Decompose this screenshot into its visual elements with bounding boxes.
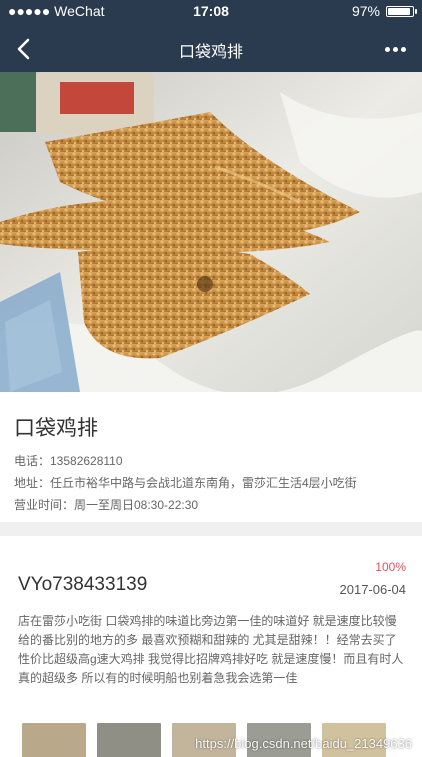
battery-icon bbox=[386, 5, 417, 17]
food-photo-carousel[interactable] bbox=[0, 72, 422, 392]
review-score: 100% bbox=[375, 560, 406, 574]
watermark: https://blog.csdn.net/baidu_21349636 bbox=[195, 736, 412, 751]
more-dots-icon bbox=[384, 46, 390, 52]
reviewer-name[interactable]: VYo738433139 bbox=[18, 574, 147, 596]
review-date: 2017-06-04 bbox=[339, 582, 407, 597]
status-bar: ●●●●● WeChat 17:08 97% bbox=[0, 0, 422, 24]
review-card: 100% VYo738433139 2017-06-04 店在雷莎小吃街 口袋鸡… bbox=[0, 536, 422, 757]
section-divider bbox=[0, 522, 422, 536]
app-frame: ●●●●● WeChat 17:08 97% 口袋鸡排 口袋鸡排 电话：1358… bbox=[0, 0, 422, 757]
review-photo[interactable] bbox=[22, 723, 86, 757]
shop-hours: 营业时间：周一至周日08:30-22:30 bbox=[14, 498, 199, 512]
battery-fill bbox=[388, 7, 410, 15]
shop-info: 口袋鸡排 电话：13582628110 地址：任丘市裕华中路与会战北道东南角，雷… bbox=[0, 392, 422, 522]
battery-group: 97% bbox=[351, 3, 417, 19]
shop-phone[interactable]: 电话：13582628110 bbox=[14, 452, 123, 469]
shop-address[interactable]: 地址：任丘市裕华中路与会战北道东南角，雷莎汇生活4层小吃街 bbox=[14, 474, 357, 491]
review-text: 店在雷莎小吃街 口袋鸡排的味道比旁边第一佳的味道好 就是速度比较慢 给的番比别的… bbox=[18, 614, 404, 685]
more-button[interactable] bbox=[378, 34, 412, 64]
shop-name: 口袋鸡排 bbox=[14, 417, 98, 440]
battery-percent: 97% bbox=[351, 3, 380, 19]
nav-bar: 口袋鸡排 bbox=[0, 24, 422, 72]
more-dot bbox=[392, 46, 398, 52]
page-title: 口袋鸡排 bbox=[178, 44, 243, 61]
chicken-cutlet-photo bbox=[0, 72, 422, 392]
review-photo[interactable] bbox=[97, 723, 161, 757]
more-dot bbox=[400, 46, 406, 52]
